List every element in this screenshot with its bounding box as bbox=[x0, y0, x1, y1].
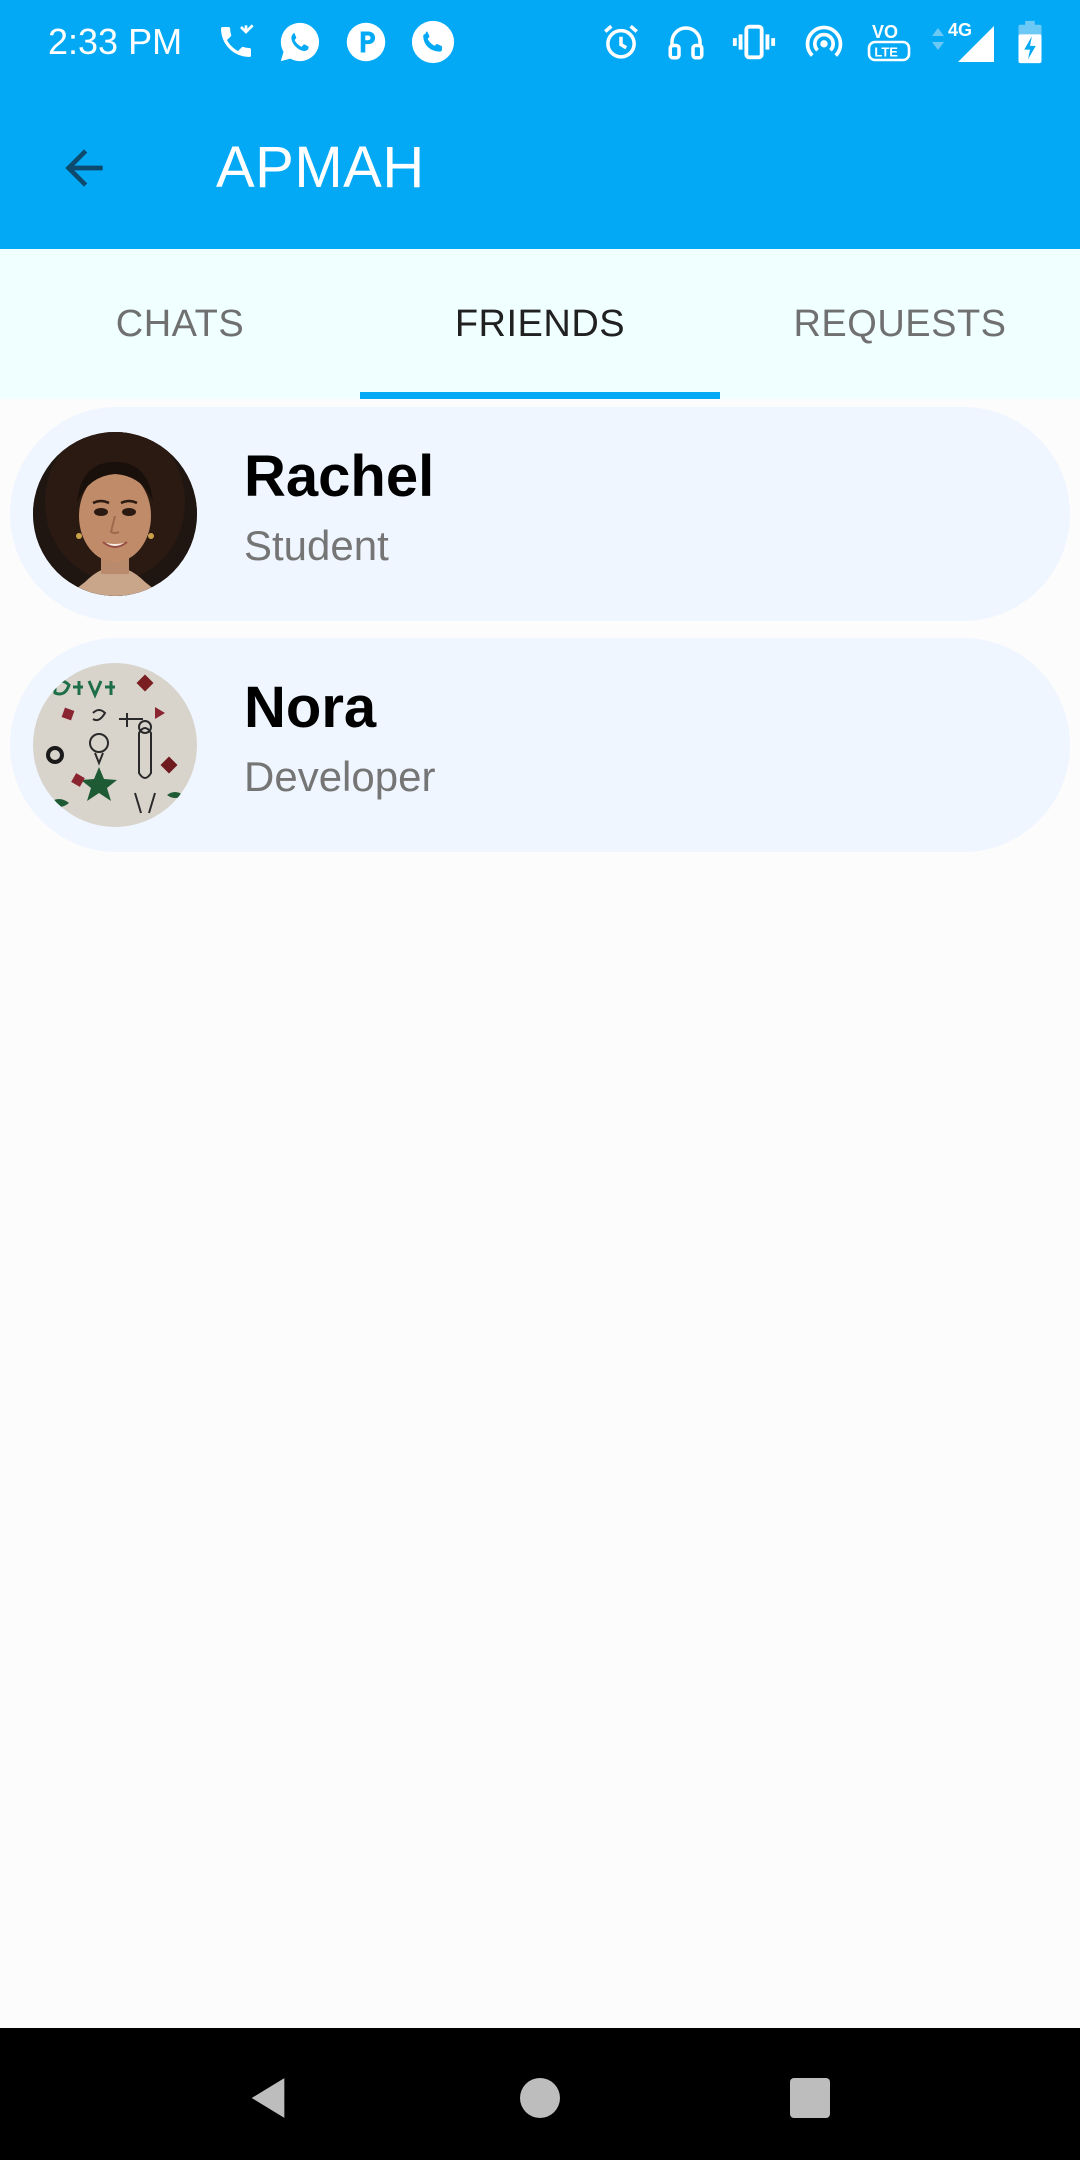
battery-charging-icon bbox=[1002, 14, 1058, 70]
nav-back-button[interactable] bbox=[228, 2058, 308, 2138]
whatsapp-icon bbox=[272, 14, 328, 70]
nav-home-button[interactable] bbox=[500, 2058, 580, 2138]
friend-name: Rachel bbox=[244, 444, 435, 509]
svg-text:VO: VO bbox=[872, 22, 898, 42]
vibrate-icon bbox=[726, 14, 782, 70]
friend-role: Developer bbox=[244, 753, 436, 800]
hotspot-icon bbox=[796, 14, 852, 70]
status-bar: 2:33 PM VO LTE 4G bbox=[0, 0, 1080, 84]
nav-home-icon bbox=[520, 2078, 560, 2118]
list-item[interactable]: Nora Developer bbox=[10, 638, 1070, 852]
avatar[interactable] bbox=[33, 663, 197, 827]
headset-icon bbox=[658, 14, 714, 70]
list-item[interactable]: Rachel Student bbox=[10, 407, 1070, 621]
alarm-icon bbox=[593, 14, 649, 70]
nav-back-icon bbox=[251, 2078, 285, 2118]
svg-text:LTE: LTE bbox=[874, 45, 898, 60]
tab-chats[interactable]: CHATS bbox=[0, 249, 360, 399]
volte-icon: VO LTE bbox=[862, 14, 918, 70]
friend-role: Student bbox=[244, 522, 389, 569]
p-app-icon bbox=[338, 14, 394, 70]
phone-call-icon bbox=[405, 14, 461, 70]
back-button[interactable] bbox=[40, 124, 128, 212]
friend-name: Nora bbox=[244, 675, 377, 740]
screen: 2:33 PM VO LTE 4G APMAH CHATS FRIENDS RE… bbox=[0, 0, 1080, 2160]
tab-bar: CHATS FRIENDS REQUESTS bbox=[0, 249, 1080, 399]
app-bar: APMAH bbox=[0, 84, 1080, 249]
nav-recents-button[interactable] bbox=[770, 2058, 850, 2138]
status-time: 2:33 PM bbox=[48, 21, 183, 62]
tab-indicator bbox=[360, 392, 720, 399]
tab-label: REQUESTS bbox=[793, 302, 1007, 345]
nav-recents-icon bbox=[790, 2078, 830, 2118]
avatar[interactable] bbox=[33, 432, 197, 596]
tab-label: CHATS bbox=[115, 302, 245, 345]
tab-label: FRIENDS bbox=[454, 302, 626, 345]
tab-friends[interactable]: FRIENDS bbox=[360, 249, 720, 399]
arrow-back-icon bbox=[65, 149, 103, 187]
navigation-bar bbox=[0, 2028, 1080, 2160]
app-title: APMAH bbox=[216, 135, 425, 200]
tab-requests[interactable]: REQUESTS bbox=[720, 249, 1080, 399]
svg-text:4G: 4G bbox=[948, 20, 972, 40]
missed-call-icon bbox=[208, 14, 264, 70]
